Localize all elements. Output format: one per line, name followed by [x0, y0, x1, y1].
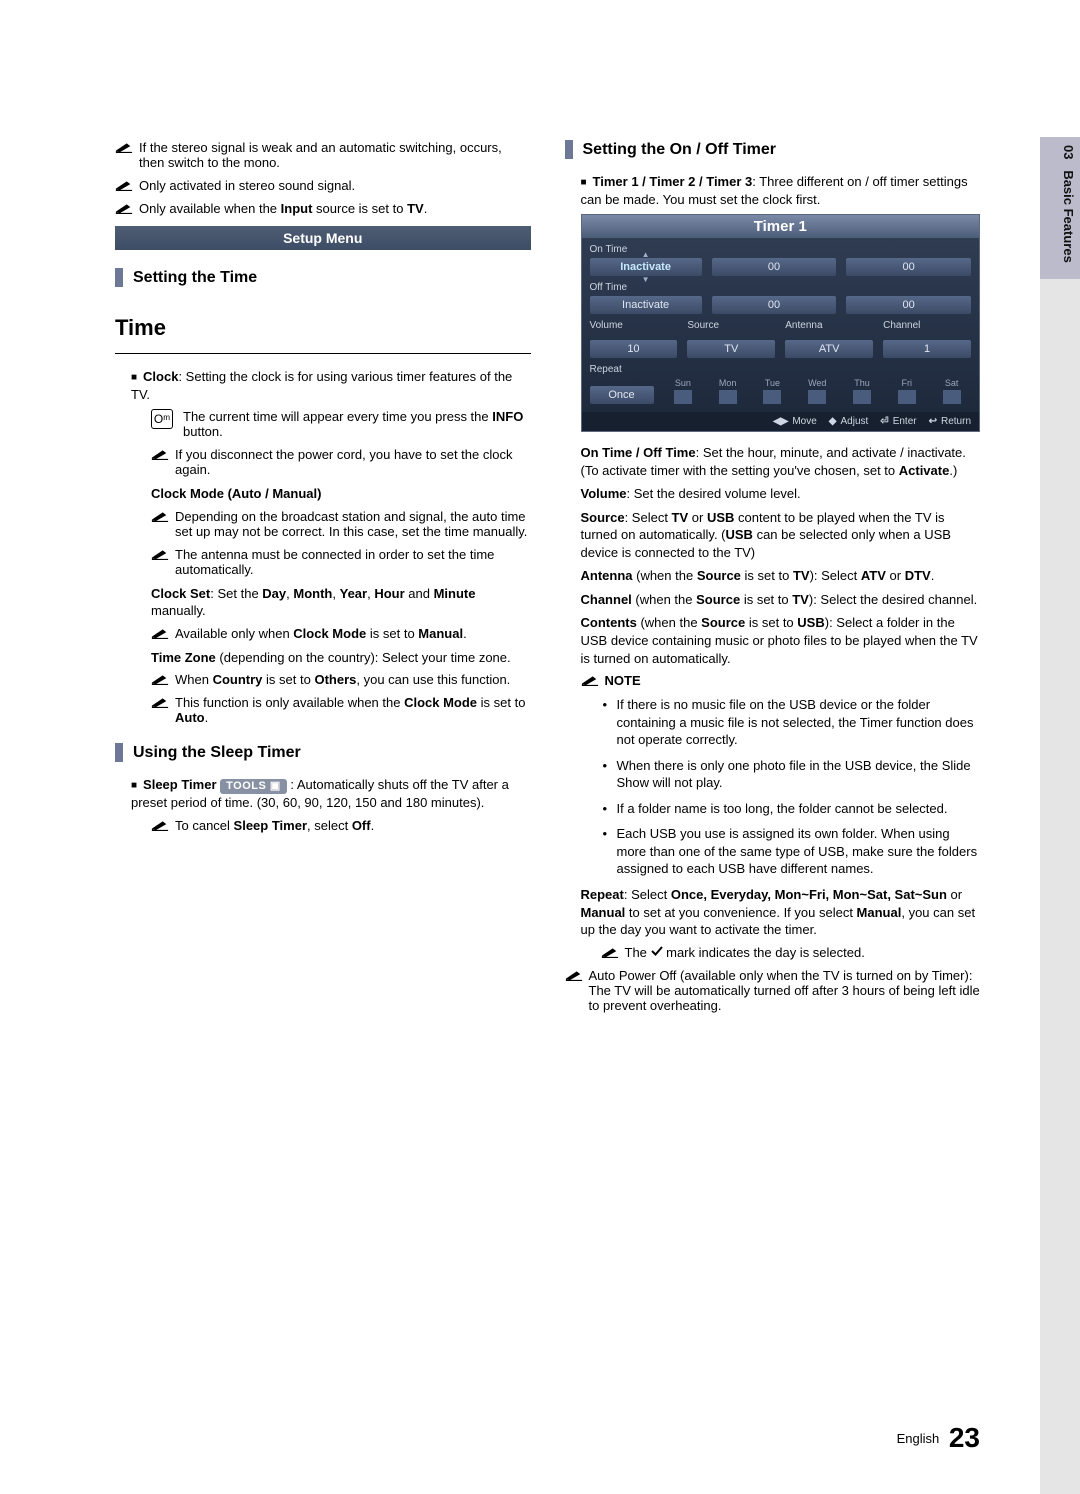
note-icon: [115, 178, 133, 192]
cancel-note: To cancel Sleep Timer, select Off.: [175, 818, 374, 833]
day-sun[interactable]: Sun: [664, 378, 703, 404]
info-text: The current time will appear every time …: [183, 409, 531, 439]
time-heading: Time: [115, 315, 531, 341]
clock-item: Clock: Setting the clock is for using va…: [131, 368, 531, 403]
info-button-icon: Oᵐ: [151, 409, 173, 429]
src-val[interactable]: TV: [687, 340, 775, 358]
accent-bar: [565, 140, 573, 159]
rule: [115, 353, 531, 354]
avail-note: Available only when Clock Mode is set to…: [175, 626, 467, 641]
check-icon: [651, 945, 663, 960]
note2: When there is only one photo file in the…: [603, 757, 981, 792]
page-footer: English 23: [897, 1422, 980, 1454]
off-time-min[interactable]: 00: [846, 296, 971, 314]
note-icon: [151, 447, 169, 461]
note-list: If there is no music file on the USB dev…: [603, 696, 981, 878]
note-icon: [115, 140, 133, 154]
day-thu[interactable]: Thu: [843, 378, 882, 404]
tz-note2: This function is only available when the…: [175, 695, 531, 725]
stereo-note: If the stereo signal is weak and an auto…: [139, 140, 531, 170]
input-note: Only available when the Input source is …: [139, 201, 427, 216]
note4: Each USB you use is assigned its own fol…: [603, 825, 981, 878]
nav-adjust: ◆Adjust: [829, 416, 869, 427]
section-name: Basic Features: [1061, 170, 1076, 263]
clock-mode-label: Clock Mode (Auto / Manual): [151, 485, 531, 503]
note-icon: [151, 509, 169, 523]
vol-val[interactable]: 10: [590, 340, 678, 358]
on-time-hour[interactable]: 00: [712, 258, 837, 276]
onoff-heading: Setting the On / Off Timer: [565, 140, 981, 159]
day-wed[interactable]: Wed: [798, 378, 837, 404]
tz-note1: When Country is set to Others, you can u…: [175, 672, 510, 687]
note1: If there is no music file on the USB dev…: [603, 696, 981, 749]
cm-note2: The antenna must be connected in order t…: [175, 547, 531, 577]
channel-text: Channel (when the Source is set to TV): …: [581, 591, 981, 609]
time-zone: Time Zone (depending on the country): Se…: [151, 649, 531, 667]
day-sat[interactable]: Sat: [932, 378, 971, 404]
day-mon[interactable]: Mon: [708, 378, 747, 404]
side-shade: [1040, 137, 1080, 1494]
auto-off-note: Auto Power Off (available only when the …: [589, 968, 981, 1013]
note-icon: [151, 818, 169, 832]
note-icon: [601, 945, 619, 959]
right-column: Setting the On / Off Timer Timer 1 / Tim…: [565, 140, 981, 1021]
accent-bar: [115, 743, 123, 762]
ant-val[interactable]: ATV: [785, 340, 873, 358]
left-column: If the stereo signal is weak and an auto…: [115, 140, 531, 1021]
volume-text: Volume: Set the desired volume level.: [581, 485, 981, 503]
note-label: NOTE: [605, 673, 641, 688]
note-icon: [151, 547, 169, 561]
chapter-tab: 03 Basic Features: [1040, 137, 1080, 279]
chapter-num: 03: [1061, 145, 1076, 159]
off-time-state[interactable]: Inactivate: [590, 296, 702, 314]
cm-note1: Depending on the broadcast station and s…: [175, 509, 531, 539]
day-tue[interactable]: Tue: [753, 378, 792, 404]
ch-val[interactable]: 1: [883, 340, 971, 358]
note-icon: [151, 695, 169, 709]
clock-set: Clock Set: Set the Day, Month, Year, Hou…: [151, 585, 531, 620]
day-fri[interactable]: Fri: [887, 378, 926, 404]
nav-row: ◀▶Move ◆Adjust ⏎Enter ↩Return: [582, 412, 980, 431]
lang: English: [897, 1431, 940, 1446]
repeat-label: Repeat: [590, 364, 972, 375]
off-time-hour[interactable]: 00: [712, 296, 837, 314]
note-icon: [581, 673, 599, 687]
setup-menu-banner: Setup Menu: [115, 226, 531, 250]
contents-text: Contents (when the Source is set to USB)…: [581, 614, 981, 667]
nav-return: ↩Return: [929, 416, 971, 427]
antenna-text: Antenna (when the Source is set to TV): …: [581, 567, 981, 585]
timer-figure: Timer 1 On Time Inactivate 00 00 Off Tim…: [581, 214, 981, 432]
repeat-val[interactable]: Once: [590, 386, 654, 404]
on-time-min[interactable]: 00: [846, 258, 971, 276]
stereo-only-note: Only activated in stereo sound signal.: [139, 178, 355, 193]
setting-time-heading: Setting the Time: [115, 268, 531, 287]
nav-move: ◀▶Move: [773, 416, 817, 427]
repeat-text: Repeat: Select Once, Everyday, Mon~Fri, …: [581, 886, 981, 939]
note-icon: [565, 968, 583, 982]
timer-intro: Timer 1 / Timer 2 / Timer 3: Three diffe…: [581, 173, 981, 208]
days-row: SunMonTueWedThuFriSat: [664, 378, 972, 404]
tools-badge: TOOLS ▣: [220, 779, 287, 794]
timer-title: Timer 1: [582, 215, 980, 238]
accent-bar: [115, 268, 123, 287]
source-text: Source: Select TV or USB content to be p…: [581, 509, 981, 562]
nav-enter: ⏎Enter: [880, 416, 916, 427]
check-note: The mark indicates the day is selected.: [625, 945, 865, 960]
sleep-item: Sleep Timer TOOLS ▣ : Automatically shut…: [131, 776, 531, 811]
note-icon: [151, 672, 169, 686]
onoff-text: On Time / Off Time: Set the hour, minute…: [581, 444, 981, 479]
note-icon: [115, 201, 133, 215]
note-icon: [151, 626, 169, 640]
sleep-timer-heading: Using the Sleep Timer: [115, 743, 531, 762]
disconnect-note: If you disconnect the power cord, you ha…: [175, 447, 531, 477]
on-time-state[interactable]: Inactivate: [590, 258, 702, 276]
page-num: 23: [949, 1422, 980, 1453]
note3: If a folder name is too long, the folder…: [603, 800, 981, 818]
